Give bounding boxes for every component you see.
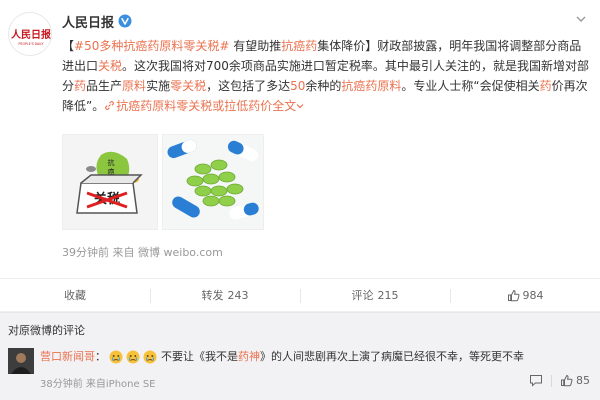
author-name[interactable]: 人民日报 (62, 12, 114, 31)
crying-emoji-icon (126, 350, 140, 364)
weibo-post: 人民日报 PEOPLE'S DAILY 人民日报 【#50多种抗癌药原料零关税#… (0, 0, 600, 278)
crying-emoji-icon (143, 350, 157, 364)
comment-actions: 85 (529, 374, 590, 387)
expand-full-text-link[interactable]: 全文 (272, 99, 304, 113)
bracket-open: 【 (62, 39, 75, 53)
comment-button[interactable]: 评论 215 (300, 279, 450, 311)
article-link[interactable]: 抗癌药原料零关税 (104, 99, 212, 113)
collect-button[interactable]: 收藏 (0, 279, 150, 311)
post-image-pills[interactable] (162, 134, 264, 230)
comment-item: 营口新闻哥： 不要让《我不是药神》的人间悲剧再次上演了病魔已经很不幸，等死更不幸… (0, 340, 600, 400)
repost-count: 243 (227, 288, 249, 302)
svg-text:PEOPLE'S DAILY: PEOPLE'S DAILY (19, 42, 44, 46)
link-icon (105, 101, 115, 110)
crying-emoji-icon (109, 350, 123, 364)
hashtag-link[interactable]: #50多种抗癌药原料零关税# (74, 39, 229, 53)
comment-like-count: 85 (576, 374, 590, 387)
renmin-ribao-logo: 人民日报 PEOPLE'S DAILY (9, 13, 51, 55)
author-row: 人民日报 (62, 12, 132, 31)
comments-header: 对原微博的评论 (0, 312, 600, 340)
reply-icon[interactable] (529, 374, 543, 387)
bubble-text-1: 抗 (108, 158, 115, 167)
post-time[interactable]: 39分钟前 (62, 246, 109, 259)
post-image-tax-illustration[interactable]: 抗 癌 关税 (62, 134, 158, 230)
svg-text:人民日报: 人民日报 (11, 28, 51, 41)
chevron-down-icon (296, 104, 304, 109)
comment-text-line: 营口新闻哥： 不要让《我不是药神》的人间悲剧再次上演了病魔已经很不幸，等死更不幸 (40, 350, 524, 364)
like-button[interactable]: 984 (450, 279, 600, 311)
commenter-avatar[interactable] (8, 348, 34, 374)
comment-count: 215 (377, 288, 399, 302)
comment-text: 不要让《我不是药神》的人间悲剧再次上演了病魔已经很不幸，等死更不幸 (161, 350, 524, 363)
tax-illustration: 抗 癌 关税 (63, 135, 157, 229)
thumbs-up-icon[interactable] (560, 374, 573, 387)
post-action-bar: 收藏 转发 243 评论 215 984 (0, 278, 600, 312)
divider (551, 374, 552, 387)
comment-meta: 38分钟前 来自iPhone SE (40, 379, 156, 390)
commenter-name[interactable]: 营口新闻哥 (40, 350, 95, 364)
repost-button[interactable]: 转发 243 (150, 279, 300, 311)
thumbs-up-icon (507, 289, 519, 301)
post-text: 【#50多种抗癌药原料零关税# 有望助推抗癌药集体降价】财政部披露，明年我国将调… (62, 39, 589, 113)
post-meta: 39分钟前 来自 微博 weibo.com (62, 246, 223, 259)
avatar-image (8, 348, 34, 374)
author-avatar[interactable]: 人民日报 PEOPLE'S DAILY (8, 12, 52, 56)
pills-photo (163, 135, 263, 229)
verified-v-icon (118, 14, 132, 28)
like-count: 984 (522, 288, 544, 302)
post-source[interactable]: 微博 weibo.com (138, 246, 223, 259)
chevron-down-icon[interactable] (574, 12, 588, 26)
